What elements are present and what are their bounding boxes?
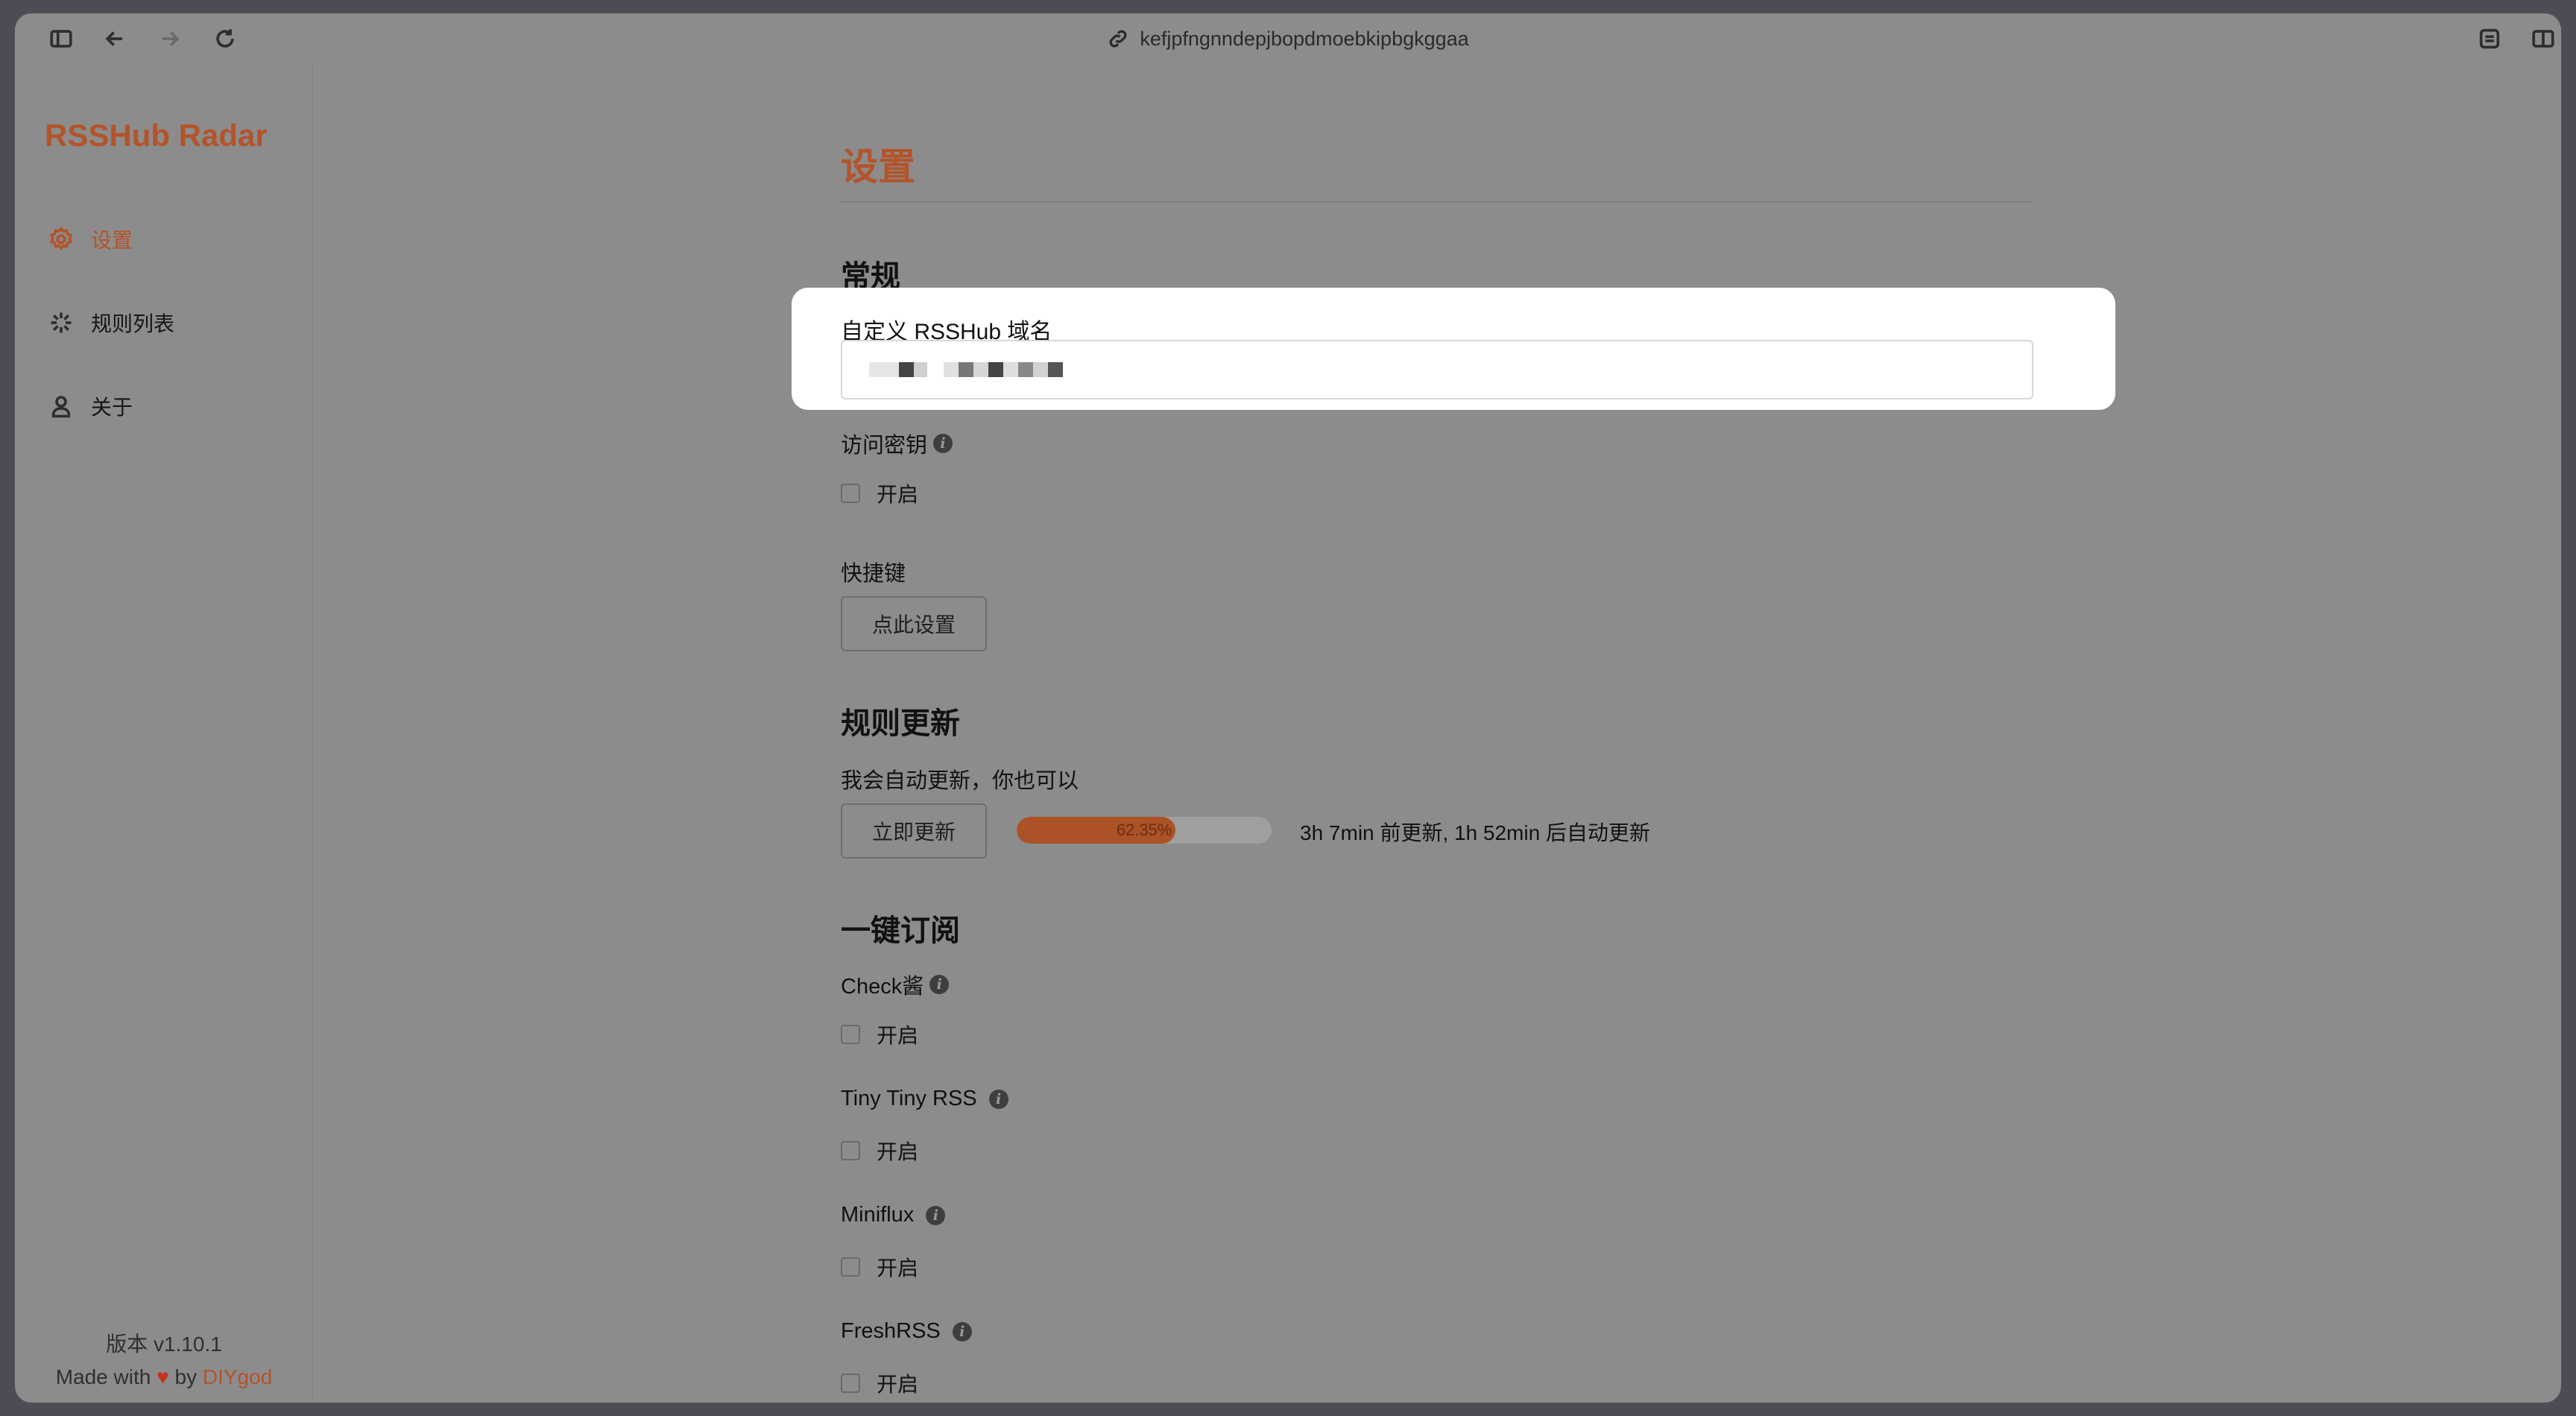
redacted-text xyxy=(1033,362,1048,377)
info-icon[interactable]: i xyxy=(952,1321,972,1341)
freshrss-label: FreshRSS i xyxy=(841,1319,972,1344)
update-progress-bar: 62.35% xyxy=(1017,817,1272,844)
progress-label: 62.35% xyxy=(1116,821,1172,839)
access-key-label-text: 访问密钥 xyxy=(841,434,928,458)
access-key-toggle[interactable]: 开启 xyxy=(841,478,918,508)
ttrss-checkbox[interactable] xyxy=(841,1141,860,1160)
redacted-text xyxy=(899,362,914,377)
sidebar-item-label: 设置 xyxy=(91,229,133,252)
access-key-checkbox[interactable] xyxy=(841,484,860,503)
checkbox-label: 开启 xyxy=(877,1140,919,1163)
shortcut-label: 快捷键 xyxy=(841,556,906,587)
gear-icon xyxy=(49,227,73,250)
redacted-text xyxy=(914,362,927,377)
section-subscribe: 一键订阅 xyxy=(841,914,960,947)
freshrss-label-text: FreshRSS xyxy=(841,1319,941,1343)
rules-update-description: 我会自动更新，你也可以 xyxy=(841,763,1079,794)
miniflux-label-text: Miniflux xyxy=(841,1203,915,1227)
sidebar-item-label: 关于 xyxy=(91,396,133,419)
split-view-icon[interactable] xyxy=(2528,24,2558,54)
ttrss-label: Tiny Tiny RSS i xyxy=(841,1087,1008,1111)
browser-toolbar: kefjpfngnndepjbopdmoebkipbgkggaa xyxy=(15,13,2561,64)
miniflux-label: Miniflux i xyxy=(841,1203,946,1227)
page-title: 设置 xyxy=(841,146,915,188)
settings-main: 设置 常规 访问密钥 i 开启 快捷键 点此设置 规则更新 我会自动更新，你也可… xyxy=(841,64,2048,1396)
info-icon[interactable]: i xyxy=(929,975,950,994)
access-key-label: 访问密钥 i xyxy=(841,428,953,459)
browser-window: kefjpfngnndepjbopdmoebkipbgkggaa RSSHub … xyxy=(15,13,2561,1403)
ttrss-label-text: Tiny Tiny RSS xyxy=(841,1087,977,1110)
section-rules-update: 规则更新 xyxy=(841,707,960,740)
redacted-text xyxy=(959,362,973,377)
user-icon xyxy=(51,396,71,418)
freshrss-toggle[interactable]: 开启 xyxy=(841,1368,918,1398)
sidebar-item-settings[interactable]: 设置 xyxy=(48,221,133,258)
heart-icon: ♥ xyxy=(157,1365,169,1388)
sidebar-item-label: 规则列表 xyxy=(91,312,175,335)
update-status-text: 3h 7min 前更新, 1h 52min 后自动更新 xyxy=(1300,821,1650,844)
ttrss-toggle[interactable]: 开启 xyxy=(841,1136,918,1166)
by-text: by xyxy=(174,1365,198,1388)
sidebar: RSSHub Radar 设置 规则列表 关于 版本 v1.10.1 Made … xyxy=(15,64,313,1403)
author-link[interactable]: DIYgod xyxy=(203,1365,272,1388)
checkchan-toggle[interactable]: 开启 xyxy=(841,1020,918,1049)
domain-input[interactable] xyxy=(841,340,2033,399)
made-with-text: Made with xyxy=(55,1365,151,1388)
info-icon[interactable]: i xyxy=(933,434,953,453)
redacted-text xyxy=(1048,362,1063,377)
redacted-text xyxy=(973,362,988,377)
shortcut-settings-button[interactable]: 点此设置 xyxy=(841,596,987,651)
made-with-line: Made with ♥ by DIYgod xyxy=(15,1365,313,1389)
shortcut-label-text: 快捷键 xyxy=(841,562,906,586)
redacted-text xyxy=(988,362,1003,377)
freshrss-checkbox[interactable] xyxy=(841,1374,860,1393)
redacted-text xyxy=(1003,362,1018,377)
rules-update-description-text: 我会自动更新，你也可以 xyxy=(841,769,1079,793)
update-now-button[interactable]: 立即更新 xyxy=(841,803,987,859)
checkchan-label: Check酱 i xyxy=(841,969,950,1000)
checkbox-label: 开启 xyxy=(877,1257,919,1280)
address-bar[interactable]: kefjpfngnndepjbopdmoebkipbgkggaa xyxy=(15,25,2561,52)
link-icon xyxy=(1109,30,1127,48)
extension-icon[interactable] xyxy=(2475,24,2504,54)
url-text: kefjpfngnndepjbopdmoebkipbgkggaa xyxy=(1140,27,1469,50)
sidebar-item-rules[interactable]: 规则列表 xyxy=(48,304,174,341)
redacted-text xyxy=(944,362,959,377)
redacted-text xyxy=(869,362,899,377)
checkbox-label: 开启 xyxy=(877,1373,919,1396)
miniflux-checkbox[interactable] xyxy=(841,1257,860,1277)
miniflux-toggle[interactable]: 开启 xyxy=(841,1252,918,1282)
brand-title: RSSHub Radar xyxy=(45,118,268,153)
checkbox-label: 开启 xyxy=(877,1024,919,1047)
checkchan-label-text: Check酱 xyxy=(841,975,924,999)
checkchan-checkbox[interactable] xyxy=(841,1025,860,1044)
redacted-text xyxy=(1018,362,1033,377)
info-icon[interactable]: i xyxy=(988,1089,1008,1109)
info-icon[interactable]: i xyxy=(926,1205,946,1225)
title-divider xyxy=(841,201,2033,203)
domain-highlight-card: 自定义 RSSHub 域名 xyxy=(792,288,2115,410)
rules-icon xyxy=(51,312,72,333)
checkbox-label: 开启 xyxy=(877,483,919,506)
sidebar-item-about[interactable]: 关于 xyxy=(48,388,133,425)
version-text: 版本 v1.10.1 xyxy=(106,1333,222,1356)
